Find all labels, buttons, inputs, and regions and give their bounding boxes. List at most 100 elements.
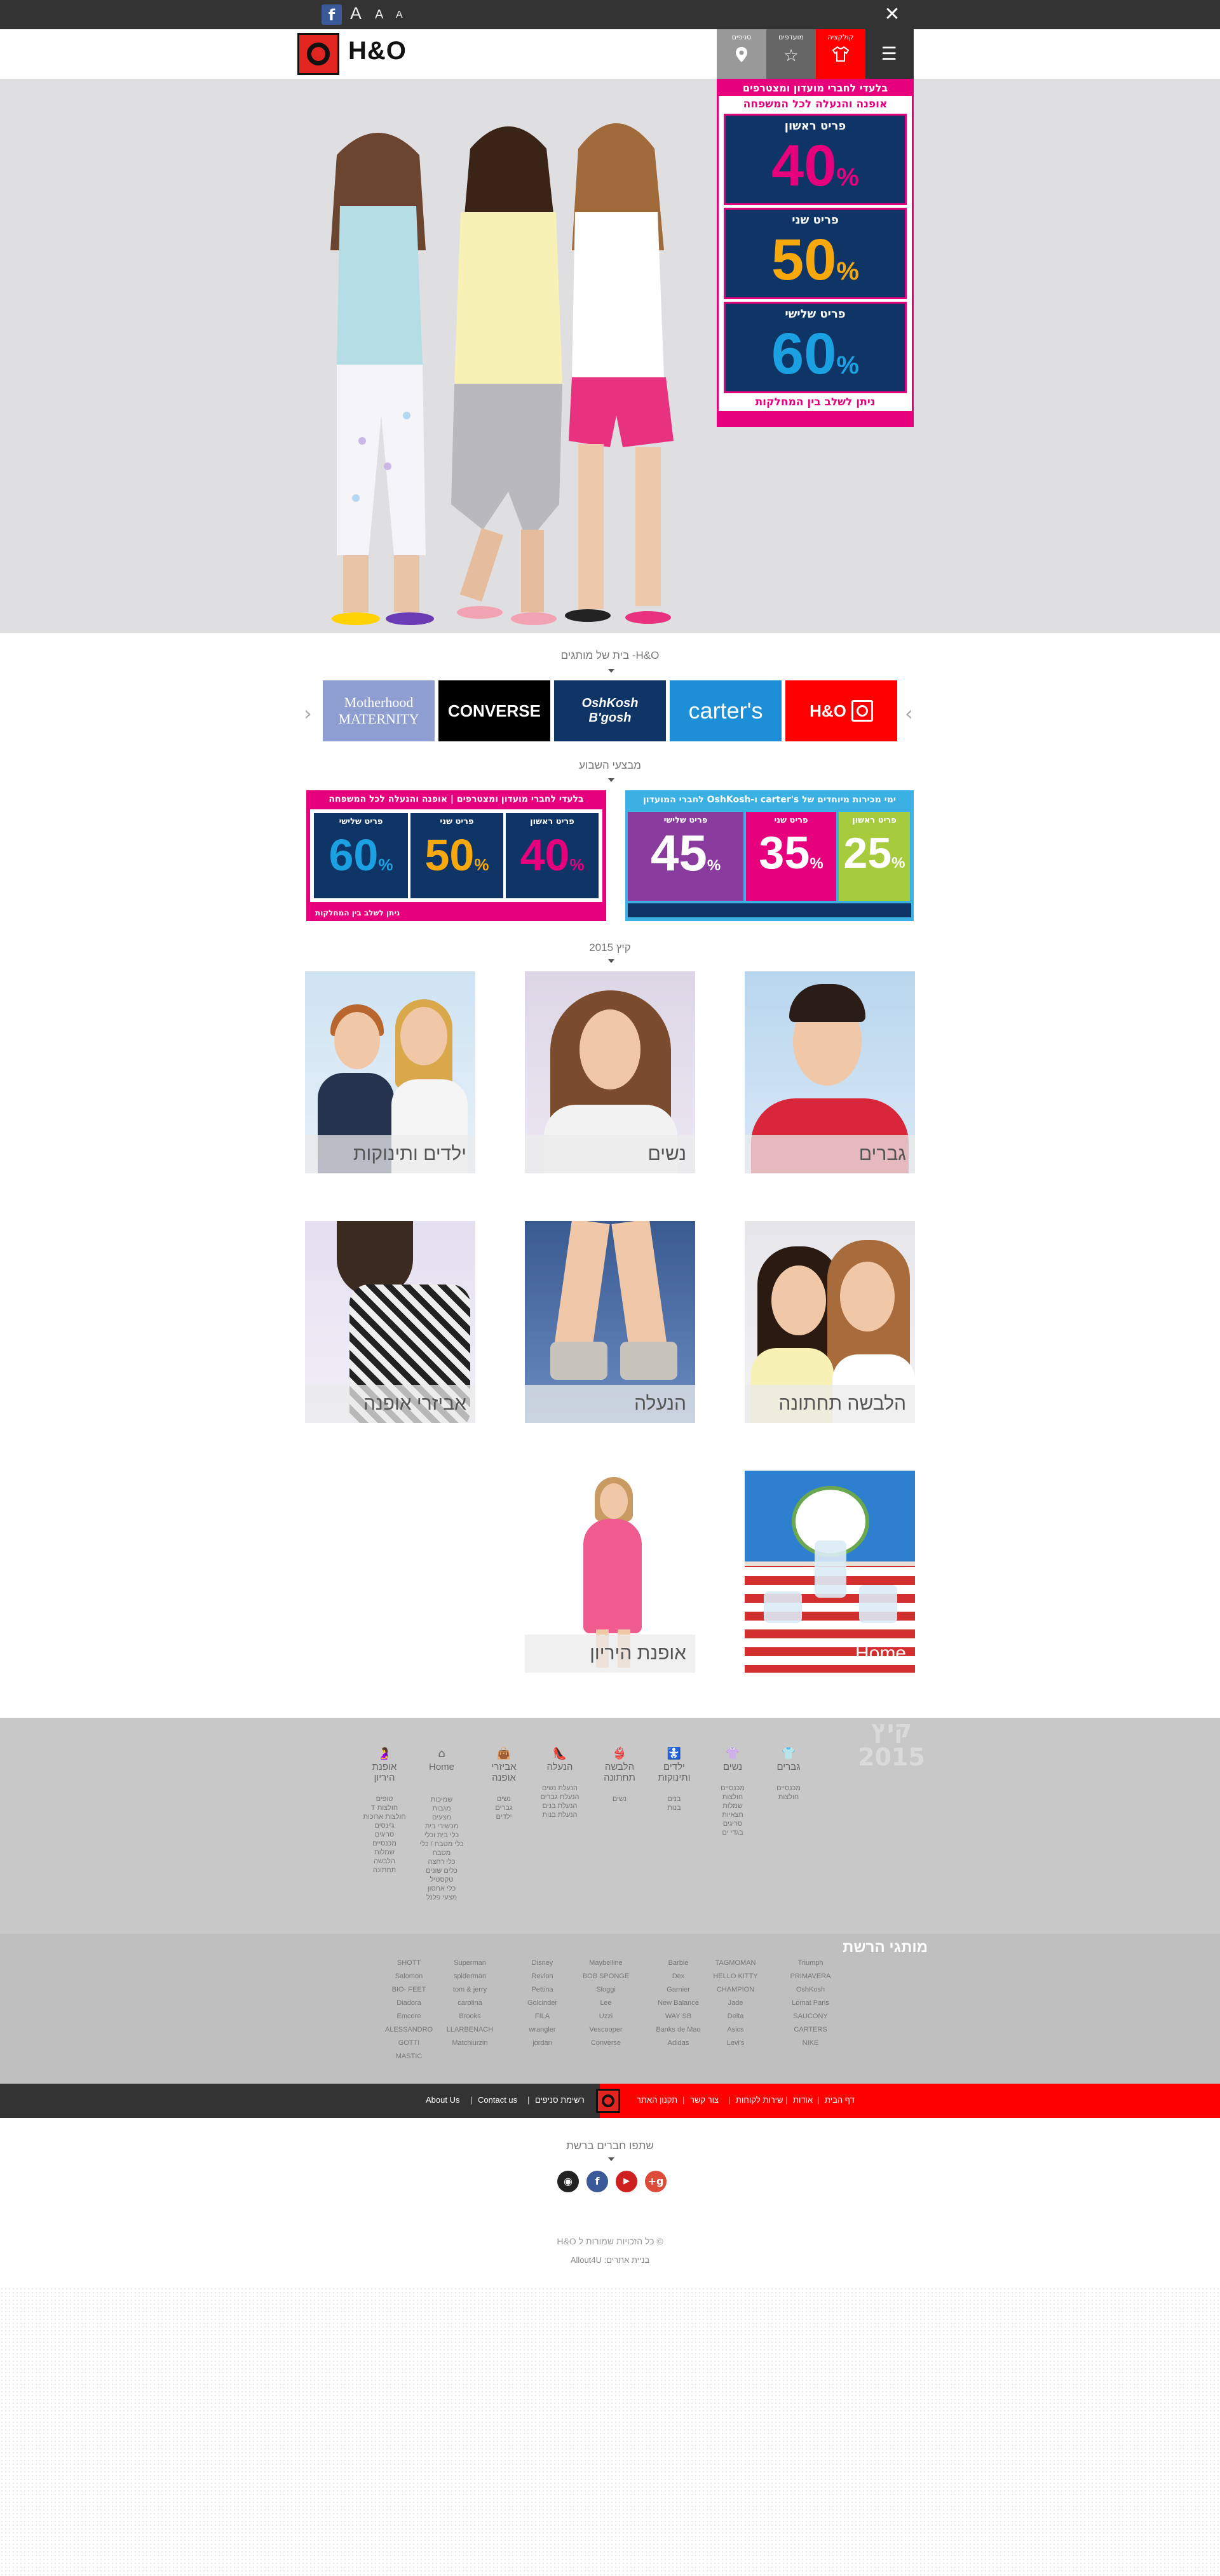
footer-sub-link[interactable]: שמלות bbox=[710, 1802, 755, 1811]
category-kids[interactable]: ילדים ותינוקות bbox=[305, 971, 475, 1173]
footer-sub-link[interactable]: הנעלת בנות bbox=[538, 1811, 582, 1819]
brand-link[interactable]: OshKosh bbox=[780, 1983, 841, 1997]
carousel-next-arrow-icon[interactable]: › bbox=[905, 701, 913, 725]
brand-link[interactable]: Garnier bbox=[648, 1983, 708, 1997]
footer-sub-link[interactable]: תחתונה bbox=[362, 1866, 407, 1875]
site-builder-credit[interactable]: בניית אתרים: Allout4U bbox=[0, 2255, 1220, 2265]
brand-carters[interactable]: carter's bbox=[670, 680, 782, 741]
stores-button[interactable]: סניפים bbox=[717, 29, 766, 79]
logo-text[interactable]: H&O bbox=[348, 37, 407, 65]
brand-link[interactable]: carolina bbox=[440, 1997, 500, 2010]
google-plus-icon[interactable]: g+ bbox=[645, 2171, 667, 2192]
font-size-medium-button[interactable]: A bbox=[375, 8, 383, 22]
brand-link[interactable]: LLARBENACH bbox=[440, 2023, 500, 2037]
brand-link[interactable]: Matchiurzin bbox=[440, 2037, 500, 2050]
brand-link[interactable]: Banks de Mao bbox=[648, 2023, 708, 2037]
brand-link[interactable]: MASTIC bbox=[379, 2050, 439, 2063]
brand-link[interactable]: SAUCONY bbox=[780, 2010, 841, 2023]
brand-link[interactable]: FILA bbox=[512, 2010, 573, 2023]
brand-link[interactable]: Levi's bbox=[705, 2037, 766, 2050]
footer-col-title[interactable]: הנעלה bbox=[538, 1762, 582, 1772]
brand-link[interactable]: Lomat Paris bbox=[780, 1997, 841, 2010]
footer-col-accessories[interactable]: 👜 אביזרי אופנה נשים גברים ילדים bbox=[482, 1747, 526, 1821]
brand-link[interactable]: Golcinder bbox=[512, 1997, 573, 2010]
brand-converse[interactable]: CONVERSE bbox=[438, 680, 550, 741]
brand-link[interactable]: Maybelline bbox=[576, 1957, 636, 1970]
footer-sub-link[interactable]: חולצות bbox=[766, 1793, 811, 1802]
footer-sub-link[interactable]: סריגים bbox=[710, 1819, 755, 1828]
footer-col-men[interactable]: 👕 גברים מכנסיים חולצות bbox=[766, 1747, 811, 1802]
footer-sub-link[interactable]: טקסטיל bbox=[419, 1875, 464, 1884]
footer-col-title[interactable]: גברים bbox=[766, 1762, 811, 1772]
close-icon[interactable]: ✕ bbox=[879, 1, 905, 28]
footer-sub-link[interactable]: מצעי פלנל bbox=[419, 1893, 464, 1902]
footer-sub-link[interactable]: מכשירי בית bbox=[419, 1822, 464, 1831]
footer-sub-link[interactable]: חולצות bbox=[710, 1793, 755, 1802]
footer-col-women[interactable]: 👚 נשים מכנסיים חולצות שמלות חצאיות סריגי… bbox=[710, 1747, 755, 1837]
brand-link[interactable]: Dex bbox=[648, 1970, 708, 1983]
brand-link[interactable]: Delta bbox=[705, 2010, 766, 2023]
footer-sub-link[interactable]: מצעים bbox=[419, 1813, 464, 1822]
facebook-icon[interactable]: f bbox=[322, 4, 342, 25]
brand-link[interactable]: HELLO KITTY bbox=[705, 1970, 766, 1983]
facebook-icon[interactable]: f bbox=[586, 2171, 608, 2192]
footer-sub-link[interactable]: הנעלת נשים bbox=[538, 1784, 582, 1793]
footer-sub-link[interactable]: כלי רחצה bbox=[419, 1858, 464, 1866]
youtube-icon[interactable]: ▶ bbox=[616, 2171, 637, 2192]
category-accessories[interactable]: אביזרי אופנה bbox=[305, 1221, 475, 1423]
font-size-small-button[interactable]: A bbox=[396, 10, 403, 21]
footer-sub-link[interactable]: הלבשה bbox=[362, 1857, 407, 1866]
footer-col-home[interactable]: ⌂ Home שמיכות מגבות מצעים מכשירי בית כלי… bbox=[419, 1747, 464, 1902]
footer-sub-link[interactable]: נשים bbox=[482, 1795, 526, 1804]
footer-sub-link[interactable]: ילדים bbox=[482, 1812, 526, 1821]
menu-button[interactable]: ☰ bbox=[864, 29, 914, 79]
brand-link[interactable]: Sloggi bbox=[576, 1983, 636, 1997]
brand-link[interactable]: Lee bbox=[576, 1997, 636, 2010]
footer-sub-link[interactable]: בגדי ים bbox=[710, 1828, 755, 1837]
footer-col-maternity[interactable]: 🤰 אופנת היריון טופים חולצות T חולצות ארו… bbox=[362, 1747, 407, 1875]
carousel-prev-arrow-icon[interactable]: ‹ bbox=[304, 701, 312, 725]
brand-link[interactable]: Brooks bbox=[440, 2010, 500, 2023]
instagram-icon[interactable]: ◉ bbox=[557, 2171, 579, 2192]
category-men[interactable]: גברים bbox=[745, 971, 915, 1173]
footer-sub-link[interactable]: טופים bbox=[362, 1795, 407, 1804]
footer-sub-link[interactable]: נשים bbox=[597, 1795, 642, 1804]
brand-link[interactable]: Pettina bbox=[512, 1983, 573, 1997]
brand-link[interactable]: PRIMAVERA bbox=[780, 1970, 841, 1983]
hero-promo-banner[interactable]: בלעדי לחברי מועדון ומצטרפים אופנה והנעלה… bbox=[717, 79, 914, 427]
footer-col-title[interactable]: הלבשה תחתונה bbox=[597, 1762, 642, 1783]
footer-col-shoes[interactable]: 👠 הנעלה הנעלת נשים הנעלת גברים הנעלת בני… bbox=[538, 1747, 582, 1819]
brand-link[interactable]: Asics bbox=[705, 2023, 766, 2037]
category-women[interactable]: נשים bbox=[525, 971, 695, 1173]
weekly-carters-banner[interactable]: ימי מכירות מיוחדים של carter's ו-OshKosh… bbox=[625, 790, 914, 921]
footer-link-about-us[interactable]: About Us bbox=[426, 2095, 459, 2105]
brand-link[interactable]: wrangler bbox=[512, 2023, 573, 2037]
brand-link[interactable]: spiderman bbox=[440, 1970, 500, 1983]
brand-link[interactable]: BIO- FEET bbox=[379, 1983, 439, 1997]
weekly-hando-banner[interactable]: בלעדי לחברי מועדון ומצטרפים | אופנה והנע… bbox=[306, 790, 606, 921]
brand-link[interactable]: Emcore bbox=[379, 2010, 439, 2023]
brand-link[interactable]: Diadora bbox=[379, 1997, 439, 2010]
footer-sub-link[interactable]: בנות bbox=[652, 1804, 696, 1812]
hero-banner[interactable] bbox=[0, 79, 1220, 633]
brand-link[interactable]: Converse bbox=[576, 2037, 636, 2050]
brand-link[interactable]: TAGMOMAN bbox=[705, 1957, 766, 1970]
footer-sub-link[interactable]: שמיכות bbox=[419, 1795, 464, 1804]
footer-sub-link[interactable]: סריגים bbox=[362, 1830, 407, 1839]
brand-link[interactable]: Uzzi bbox=[576, 2010, 636, 2023]
brand-link[interactable]: WAY SB bbox=[648, 2010, 708, 2023]
footer-sub-link[interactable]: שמלות bbox=[362, 1848, 407, 1857]
category-home[interactable]: Home bbox=[745, 1471, 915, 1673]
footer-sub-link[interactable]: מכנסיים bbox=[710, 1784, 755, 1793]
footer-col-lingerie[interactable]: 👙 הלבשה תחתונה נשים bbox=[597, 1747, 642, 1804]
brand-link[interactable]: New Balance bbox=[648, 1997, 708, 2010]
brand-link[interactable]: ALESSANDRO GOTTI bbox=[379, 2023, 439, 2050]
footer-sub-link[interactable]: גברים bbox=[482, 1804, 526, 1812]
brand-link[interactable]: Barbie bbox=[648, 1957, 708, 1970]
footer-sub-link[interactable]: מכנסיים bbox=[362, 1839, 407, 1848]
footer-col-title[interactable]: Home bbox=[419, 1762, 464, 1772]
category-lingerie[interactable]: הלבשה תחתונה bbox=[745, 1221, 915, 1423]
brand-link[interactable]: Adidas bbox=[648, 2037, 708, 2050]
brand-link[interactable]: CHAMPION bbox=[705, 1983, 766, 1997]
brand-link[interactable]: Vescooper bbox=[576, 2023, 636, 2037]
